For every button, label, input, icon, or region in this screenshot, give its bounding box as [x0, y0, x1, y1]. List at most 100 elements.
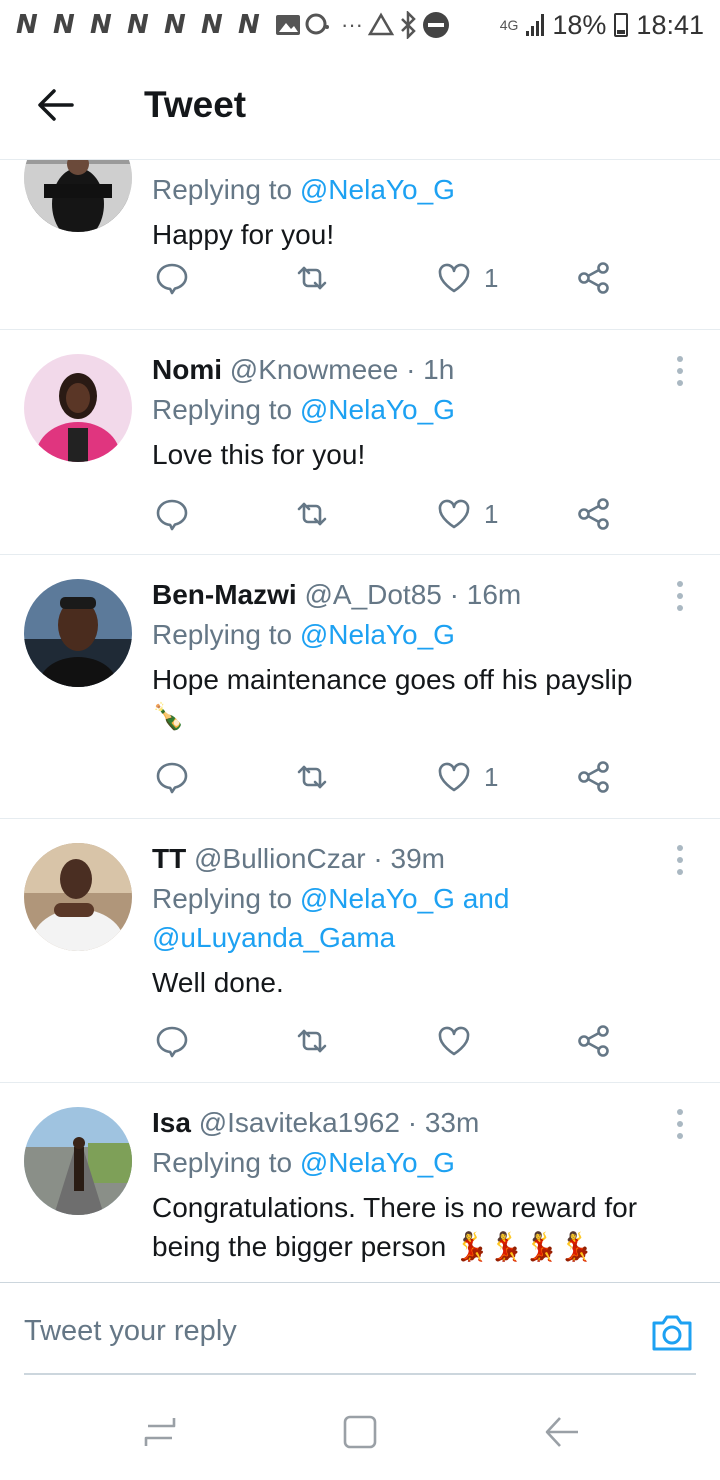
- like-count: 1: [484, 262, 499, 293]
- reply-input-underline: [24, 1373, 696, 1375]
- recent-apps-button[interactable]: [140, 1412, 180, 1452]
- author-handle[interactable]: @Isaviteka1962: [199, 1107, 400, 1138]
- tweet-body: Replying to @NelaYo_G Happy for you!: [152, 170, 680, 254]
- tweet-header: Ben-Mazwi @A_Dot85 · 16m: [152, 575, 680, 615]
- more-notifications-icon: ···: [341, 12, 363, 37]
- mention-link[interactable]: @NelaYo_G: [300, 619, 455, 650]
- author-name[interactable]: Nomi: [152, 354, 222, 385]
- tweet-time: · 16m: [449, 579, 522, 610]
- retweet-button[interactable]: [294, 1021, 330, 1061]
- replies-feed[interactable]: Replying to @NelaYo_G Happy for you! 1 N…: [0, 160, 720, 1282]
- avatar[interactable]: [24, 160, 132, 232]
- recent-apps-icon: [144, 1418, 176, 1446]
- like-button[interactable]: [436, 1021, 484, 1061]
- more-options-button[interactable]: [674, 356, 686, 386]
- recycle-icon: [367, 12, 395, 36]
- mention-link[interactable]: @NelaYo_G: [300, 1147, 455, 1178]
- share-button[interactable]: [576, 494, 612, 534]
- share-button[interactable]: [576, 757, 612, 797]
- system-nav-bar: [0, 1380, 720, 1480]
- mention-link[interactable]: @NelaYo_G: [300, 394, 455, 425]
- reply-composer[interactable]: Tweet your reply: [0, 1282, 720, 1375]
- system-indicators: 4G 18% 18:41: [500, 10, 704, 41]
- comment-icon: [156, 1026, 188, 1058]
- avatar-photo: [24, 160, 132, 232]
- retweet-icon: [297, 765, 327, 789]
- comment-icon: [156, 762, 188, 794]
- share-icon: [578, 1025, 609, 1057]
- reply-button[interactable]: [154, 757, 190, 797]
- comment-icon: [156, 263, 188, 295]
- author-name[interactable]: Ben-Mazwi: [152, 579, 297, 610]
- reply-button[interactable]: [154, 494, 190, 534]
- retweet-icon: [297, 1029, 327, 1053]
- avatar[interactable]: [24, 843, 132, 951]
- back-button[interactable]: [26, 75, 86, 135]
- avatar-photo: [24, 843, 132, 951]
- replying-to: Replying to @NelaYo_G: [152, 619, 455, 650]
- share-button[interactable]: [576, 1021, 612, 1061]
- tweet-header: Nomi @Knowmeee · 1h: [152, 350, 680, 390]
- share-icon: [578, 262, 609, 294]
- tweet-emoji: 🍾: [152, 701, 185, 731]
- notification-n-icon: N: [164, 10, 186, 40]
- gallery-icon: [276, 15, 300, 35]
- tweet[interactable]: TT @BullionCzar · 39m Replying to @NelaY…: [0, 819, 720, 1083]
- mention-link[interactable]: @NelaYo_G: [300, 174, 455, 205]
- heart-icon: [438, 1026, 470, 1056]
- tweet-text: Happy for you!: [152, 219, 335, 250]
- share-button[interactable]: [576, 258, 612, 298]
- author-handle[interactable]: @A_Dot85: [304, 579, 441, 610]
- tweet-text: Love this for you!: [152, 439, 366, 470]
- camera-button[interactable]: [650, 1313, 694, 1353]
- comment-icon: [156, 499, 188, 531]
- notification-icons: N N N N N N N ···: [16, 10, 451, 40]
- more-options-button[interactable]: [674, 845, 686, 875]
- home-button[interactable]: [340, 1412, 380, 1452]
- tweet-actions: [152, 1021, 632, 1061]
- camera-icon: [652, 1315, 692, 1351]
- heart-icon: [438, 499, 470, 529]
- notification-n-icon: N: [53, 10, 75, 40]
- share-icon: [578, 761, 609, 793]
- notification-n-icon: N: [127, 10, 149, 40]
- more-options-button[interactable]: [674, 581, 686, 611]
- tweet-text: Congratulations. There is no reward for …: [152, 1192, 638, 1262]
- avatar[interactable]: [24, 354, 132, 462]
- replying-to: Replying to @NelaYo_G: [152, 174, 455, 205]
- author-handle[interactable]: @Knowmeee: [230, 354, 399, 385]
- retweet-button[interactable]: [294, 757, 330, 797]
- author-name[interactable]: TT: [152, 843, 186, 874]
- reply-button[interactable]: [154, 258, 190, 298]
- tweet-header: TT @BullionCzar · 39m: [152, 839, 680, 879]
- tweet-text: Well done.: [152, 967, 284, 998]
- bluetooth-icon: [401, 11, 416, 39]
- retweet-button[interactable]: [294, 258, 330, 298]
- reply-input[interactable]: Tweet your reply: [24, 1315, 237, 1348]
- like-button[interactable]: 1: [436, 757, 498, 797]
- back-nav-button[interactable]: [542, 1412, 582, 1452]
- more-options-button[interactable]: [674, 1109, 686, 1139]
- back-nav-icon: [545, 1417, 578, 1447]
- reply-button[interactable]: [154, 1021, 190, 1061]
- tweet[interactable]: Replying to @NelaYo_G Happy for you! 1: [0, 160, 720, 330]
- like-button[interactable]: 1: [436, 494, 498, 534]
- tweet[interactable]: Ben-Mazwi @A_Dot85 · 16m Replying to @Ne…: [0, 555, 720, 819]
- retweet-button[interactable]: [294, 494, 330, 534]
- author-name[interactable]: Isa: [152, 1107, 191, 1138]
- tweet-time: · 39m: [373, 843, 445, 874]
- avatar[interactable]: [24, 579, 132, 687]
- replying-to: Replying to @NelaYo_G and @uLuyanda_Gama: [152, 883, 510, 953]
- retweet-icon: [297, 266, 327, 290]
- chat-bubble-icon: [305, 13, 329, 35]
- avatar[interactable]: [24, 1107, 132, 1215]
- tweet[interactable]: Nomi @Knowmeee · 1h Replying to @NelaYo_…: [0, 330, 720, 555]
- like-count: 1: [484, 498, 499, 529]
- mention-link[interactable]: @uLuyanda_Gama: [152, 922, 395, 953]
- like-button[interactable]: 1: [436, 258, 498, 298]
- author-handle[interactable]: @BullionCzar: [194, 843, 366, 874]
- status-bar: N N N N N N N ··· 4G 18% 18:41: [0, 0, 720, 50]
- tweet[interactable]: Isa @Isaviteka1962 · 33m Replying to @Ne…: [0, 1083, 720, 1282]
- avatar-photo: [24, 1107, 132, 1215]
- mention-link[interactable]: @NelaYo_G and: [300, 883, 510, 914]
